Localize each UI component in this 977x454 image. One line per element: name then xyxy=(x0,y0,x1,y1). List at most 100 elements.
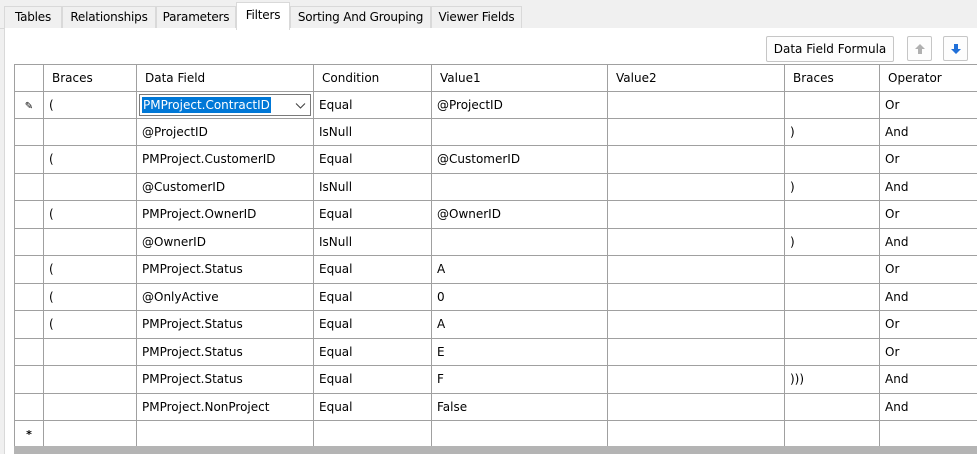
row-header-edit[interactable]: ✎ xyxy=(15,92,44,119)
new-row-header[interactable]: * xyxy=(15,421,44,447)
row-header[interactable] xyxy=(15,174,44,201)
data-field-cell[interactable]: PMProject.Status xyxy=(137,311,314,339)
move-down-button[interactable] xyxy=(943,36,968,61)
value1-cell[interactable]: F xyxy=(432,366,608,394)
operator-cell[interactable] xyxy=(880,421,977,447)
value2-cell[interactable] xyxy=(608,394,785,421)
operator-cell[interactable]: Or xyxy=(880,339,977,366)
column-header-data-field[interactable]: Data Field xyxy=(137,65,314,92)
braces-close-cell[interactable]: ) xyxy=(785,229,880,256)
row-header[interactable] xyxy=(15,284,44,311)
data-field-cell[interactable]: PMProject.Status xyxy=(137,256,314,284)
operator-cell[interactable]: Or xyxy=(880,311,977,339)
braces-close-cell[interactable] xyxy=(785,311,880,339)
value1-cell[interactable] xyxy=(432,421,608,447)
value2-cell[interactable] xyxy=(608,284,785,311)
row-header[interactable] xyxy=(15,146,44,174)
operator-cell[interactable]: And xyxy=(880,229,977,256)
value2-cell[interactable] xyxy=(608,366,785,394)
braces-close-cell[interactable] xyxy=(785,146,880,174)
data-field-cell[interactable]: PMProject.Status xyxy=(137,339,314,366)
condition-cell[interactable] xyxy=(314,421,432,447)
condition-cell[interactable]: Equal xyxy=(314,256,432,284)
data-field-cell[interactable]: @OwnerID xyxy=(137,229,314,256)
value1-cell[interactable]: @OwnerID xyxy=(432,201,608,229)
braces-open-cell[interactable] xyxy=(44,339,137,366)
table-row[interactable]: @OwnerID IsNull ) And xyxy=(15,229,977,256)
value2-cell[interactable] xyxy=(608,92,785,119)
new-row[interactable]: * xyxy=(15,421,977,447)
braces-close-cell[interactable] xyxy=(785,421,880,447)
braces-open-cell[interactable] xyxy=(44,421,137,447)
braces-open-cell[interactable]: ( xyxy=(44,311,137,339)
operator-cell[interactable]: Or xyxy=(880,92,977,119)
column-header-condition[interactable]: Condition xyxy=(314,65,432,92)
braces-close-cell[interactable] xyxy=(785,256,880,284)
value1-cell[interactable]: False xyxy=(432,394,608,421)
value1-cell[interactable]: A xyxy=(432,311,608,339)
data-field-formula-button[interactable]: Data Field Formula xyxy=(766,36,894,62)
data-field-cell[interactable]: @ProjectID xyxy=(137,119,314,146)
braces-open-cell[interactable]: ( xyxy=(44,256,137,284)
column-header-operator[interactable]: Operator xyxy=(880,65,977,92)
value2-cell[interactable] xyxy=(608,311,785,339)
column-header-value2[interactable]: Value2 xyxy=(608,65,785,92)
horizontal-scrollbar[interactable] xyxy=(14,446,977,454)
row-header[interactable] xyxy=(15,229,44,256)
value1-cell[interactable] xyxy=(432,174,608,201)
braces-open-cell[interactable] xyxy=(44,366,137,394)
value2-cell[interactable] xyxy=(608,256,785,284)
braces-open-cell[interactable]: ( xyxy=(44,92,137,119)
value1-cell[interactable]: E xyxy=(432,339,608,366)
table-row[interactable]: @ProjectID IsNull ) And xyxy=(15,119,977,146)
condition-cell[interactable]: Equal xyxy=(314,146,432,174)
row-header[interactable] xyxy=(15,311,44,339)
tab-viewer-fields[interactable]: Viewer Fields xyxy=(431,6,522,29)
operator-cell[interactable]: Or xyxy=(880,146,977,174)
value2-cell[interactable] xyxy=(608,339,785,366)
value2-cell[interactable] xyxy=(608,174,785,201)
braces-open-cell[interactable] xyxy=(44,119,137,146)
table-row[interactable]: ( PMProject.OwnerID Equal @OwnerID Or xyxy=(15,201,977,229)
value1-cell[interactable]: A xyxy=(432,256,608,284)
value1-cell[interactable]: @CustomerID xyxy=(432,146,608,174)
braces-close-cell[interactable] xyxy=(785,339,880,366)
table-row[interactable]: ( PMProject.CustomerID Equal @CustomerID… xyxy=(15,146,977,174)
row-header[interactable] xyxy=(15,339,44,366)
table-row[interactable]: PMProject.Status Equal E Or xyxy=(15,339,977,366)
condition-cell[interactable]: IsNull xyxy=(314,229,432,256)
braces-close-cell[interactable]: ) xyxy=(785,174,880,201)
operator-cell[interactable]: And xyxy=(880,174,977,201)
operator-cell[interactable]: And xyxy=(880,119,977,146)
column-header-braces-open[interactable]: Braces xyxy=(44,65,137,92)
row-header[interactable] xyxy=(15,394,44,421)
operator-cell[interactable]: Or xyxy=(880,256,977,284)
row-header[interactable] xyxy=(15,256,44,284)
braces-open-cell[interactable]: ( xyxy=(44,284,137,311)
value2-cell[interactable] xyxy=(608,201,785,229)
chevron-down-icon[interactable] xyxy=(295,100,306,111)
column-header-braces-close[interactable]: Braces xyxy=(785,65,880,92)
table-row[interactable]: @CustomerID IsNull ) And xyxy=(15,174,977,201)
data-field-cell[interactable] xyxy=(137,421,314,447)
tab-tables[interactable]: Tables xyxy=(4,6,62,29)
data-field-cell[interactable]: @OnlyActive xyxy=(137,284,314,311)
value1-cell[interactable]: @ProjectID xyxy=(432,92,608,119)
table-row[interactable]: ( @OnlyActive Equal 0 And xyxy=(15,284,977,311)
table-row[interactable]: PMProject.NonProject Equal False And xyxy=(15,394,977,421)
braces-open-cell[interactable]: ( xyxy=(44,201,137,229)
table-row[interactable]: ( PMProject.Status Equal A Or xyxy=(15,256,977,284)
operator-cell[interactable]: And xyxy=(880,394,977,421)
operator-cell[interactable]: And xyxy=(880,284,977,311)
tab-filters[interactable]: Filters xyxy=(236,2,290,30)
operator-cell[interactable]: And xyxy=(880,366,977,394)
condition-cell[interactable]: Equal xyxy=(314,366,432,394)
operator-cell[interactable]: Or xyxy=(880,201,977,229)
data-field-cell[interactable]: PMProject.ContractID xyxy=(137,92,314,119)
move-up-button[interactable] xyxy=(907,36,932,61)
column-header-value1[interactable]: Value1 xyxy=(432,65,608,92)
braces-close-cell[interactable] xyxy=(785,284,880,311)
condition-cell[interactable]: Equal xyxy=(314,394,432,421)
braces-close-cell[interactable] xyxy=(785,394,880,421)
condition-cell[interactable]: Equal xyxy=(314,284,432,311)
